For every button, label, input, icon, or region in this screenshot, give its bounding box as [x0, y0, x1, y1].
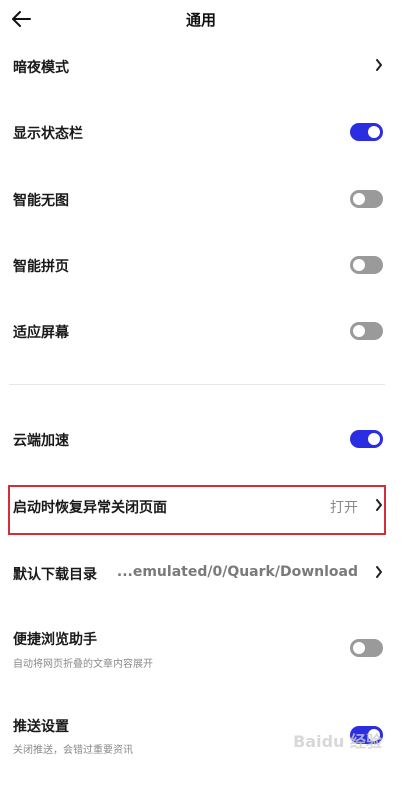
cloud-accel-label: 云端加速	[13, 433, 69, 449]
fit-screen-label: 适应屏幕	[13, 325, 69, 341]
browse-assistant-label: 便捷浏览助手	[13, 632, 97, 648]
status-bar-row: 显示状态栏	[0, 99, 402, 165]
toggle-knob	[353, 259, 365, 271]
smart-page-join-row: 智能拼页	[0, 231, 402, 297]
dark-mode-label: 暗夜模式	[13, 60, 69, 76]
push-settings-desc: 关闭推送，会错过重要资讯	[13, 745, 133, 756]
page-title: 通用	[185, 11, 216, 29]
section-divider	[9, 384, 385, 385]
dark-mode-row[interactable]: 暗夜模式	[0, 33, 402, 99]
highlight-box	[8, 485, 386, 535]
toggle-knob	[353, 193, 365, 205]
fit-screen-toggle[interactable]	[350, 322, 383, 340]
status-bar-toggle[interactable]	[350, 123, 383, 141]
toggle-knob	[368, 433, 380, 445]
browse-assistant-desc: 自动将网页折叠的文章内容展开	[13, 659, 153, 670]
toggle-knob	[353, 325, 365, 337]
smart-page-join-toggle[interactable]	[350, 256, 383, 274]
smart-page-join-label: 智能拼页	[13, 259, 69, 275]
smart-no-image-label: 智能无图	[13, 193, 69, 209]
fit-screen-row: 适应屏幕	[0, 297, 402, 363]
browse-assistant-row: 便捷浏览助手 自动将网页折叠的文章内容展开	[0, 605, 402, 671]
smart-no-image-row: 智能无图	[0, 165, 402, 231]
cloud-accel-row: 云端加速	[0, 405, 402, 471]
download-dir-row[interactable]: 默认下载目录 ...emulated/0/Quark/Download	[0, 539, 402, 605]
cloud-accel-toggle[interactable]	[350, 430, 383, 448]
chevron-right-icon	[376, 59, 382, 71]
watermark: Baidu 经验	[293, 732, 382, 751]
browse-assistant-toggle[interactable]	[350, 639, 383, 657]
smart-no-image-toggle[interactable]	[350, 190, 383, 208]
toggle-knob	[353, 642, 365, 654]
download-dir-label: 默认下载目录	[13, 567, 97, 583]
toggle-knob	[368, 126, 380, 138]
download-dir-value: ...emulated/0/Quark/Download	[116, 564, 358, 580]
chevron-right-icon	[376, 566, 382, 578]
status-bar-label: 显示状态栏	[13, 126, 83, 142]
push-settings-label: 推送设置	[13, 719, 69, 735]
